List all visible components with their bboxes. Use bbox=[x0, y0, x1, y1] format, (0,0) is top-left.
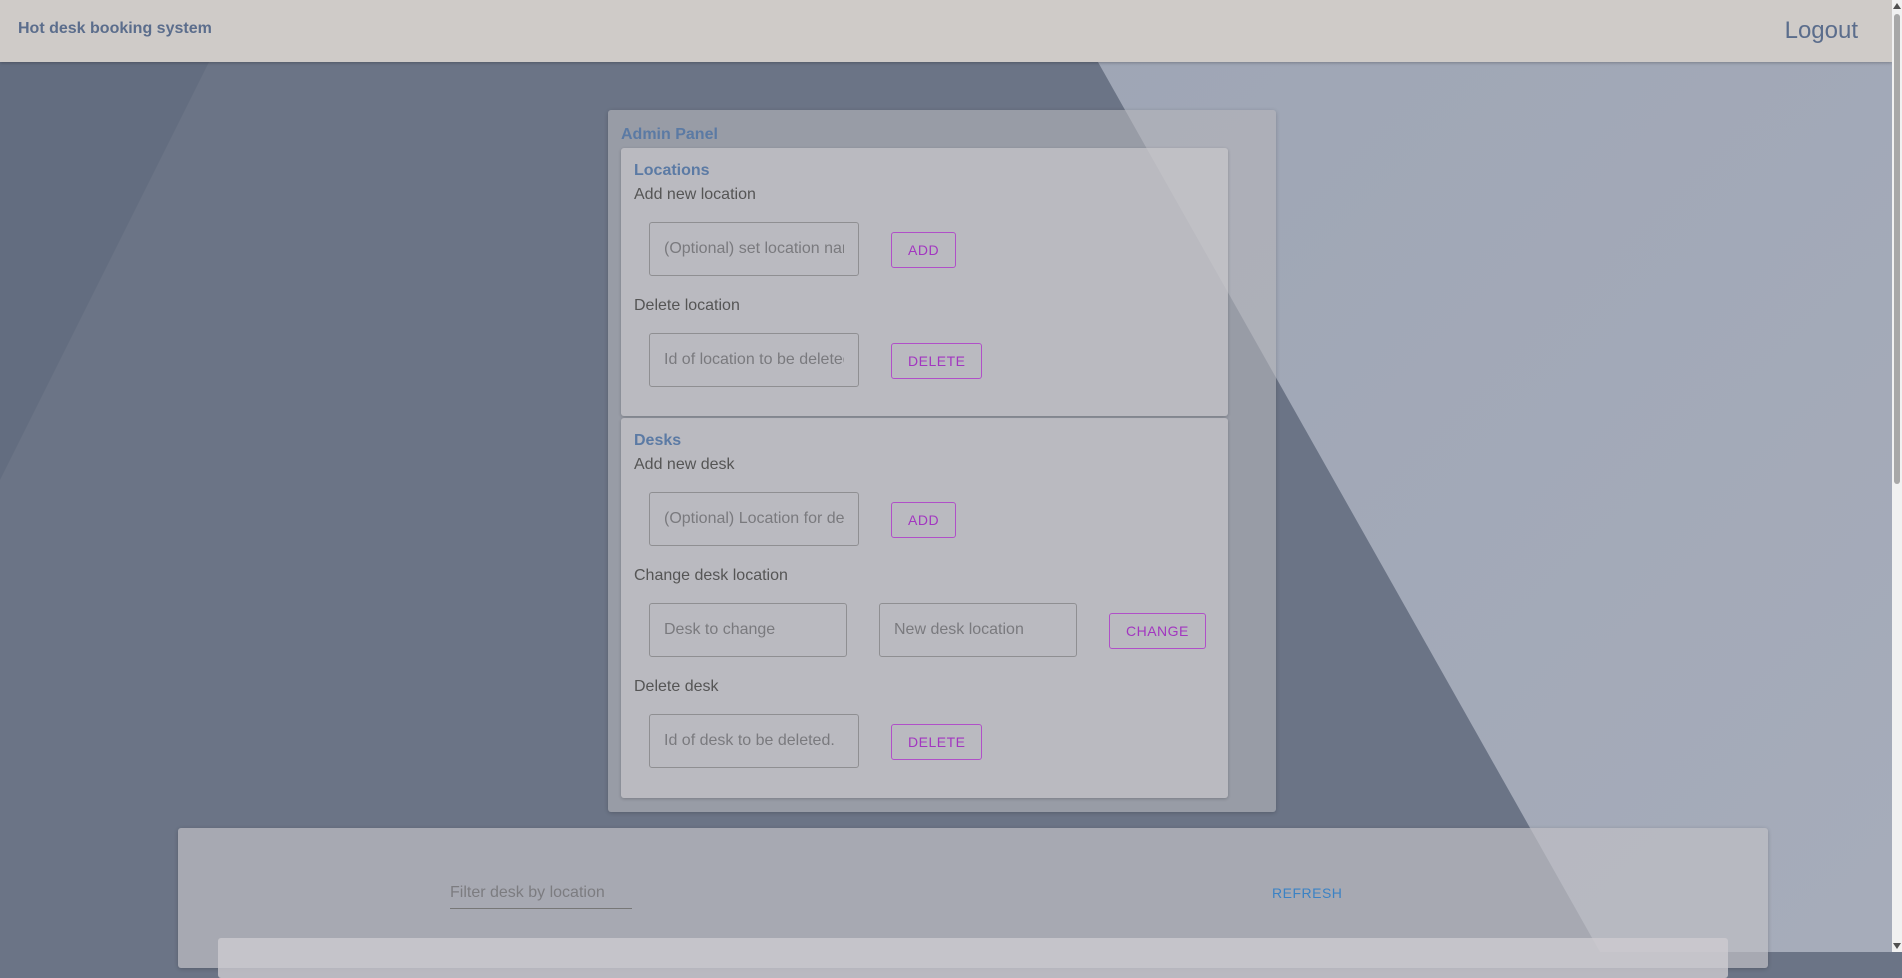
location-name-input[interactable] bbox=[649, 222, 859, 276]
add-location-button[interactable]: ADD bbox=[891, 232, 957, 268]
desk-list-card: REFRESH bbox=[178, 828, 1768, 978]
add-desk-button[interactable]: ADD bbox=[891, 502, 957, 538]
delete-location-input[interactable] bbox=[649, 333, 859, 387]
desk-to-change-input[interactable] bbox=[649, 603, 847, 657]
app-title[interactable]: Hot desk booking system bbox=[18, 20, 212, 38]
scroll-up-arrow-icon[interactable] bbox=[1893, 3, 1901, 9]
change-desk-button[interactable]: CHANGE bbox=[1109, 613, 1206, 649]
scrollbar-thumb[interactable] bbox=[1894, 14, 1900, 484]
app-header: Hot desk booking system Logout bbox=[0, 0, 1892, 62]
delete-location-button[interactable]: DELETE bbox=[891, 343, 983, 379]
delete-location-label: Delete location bbox=[634, 297, 740, 314]
logout-button[interactable]: Logout bbox=[1785, 17, 1858, 45]
change-desk-label: Change desk location bbox=[634, 567, 788, 584]
desk-location-input[interactable] bbox=[649, 492, 859, 546]
delete-desk-input[interactable] bbox=[649, 714, 859, 768]
filter-location-input[interactable] bbox=[450, 878, 632, 909]
delete-desk-button[interactable]: DELETE bbox=[891, 724, 983, 760]
desk-list bbox=[218, 938, 1728, 978]
delete-desk-label: Delete desk bbox=[634, 678, 719, 695]
page-scrollbar[interactable] bbox=[1892, 0, 1902, 952]
scroll-down-arrow-icon[interactable] bbox=[1893, 943, 1901, 949]
new-desk-location-input[interactable] bbox=[879, 603, 1077, 657]
refresh-button[interactable]: REFRESH bbox=[1266, 884, 1348, 902]
admin-panel-title: Admin Panel bbox=[621, 126, 718, 143]
locations-title: Locations bbox=[634, 162, 710, 179]
locations-card: Locations Add new location ADD Delete lo… bbox=[621, 148, 1228, 416]
desks-title: Desks bbox=[634, 432, 682, 449]
desks-card: Desks Add new desk ADD Change desk locat… bbox=[621, 418, 1228, 798]
add-location-label: Add new location bbox=[634, 186, 756, 203]
admin-panel: Admin Panel Locations Add new location A… bbox=[608, 110, 1276, 812]
add-desk-label: Add new desk bbox=[634, 456, 735, 473]
